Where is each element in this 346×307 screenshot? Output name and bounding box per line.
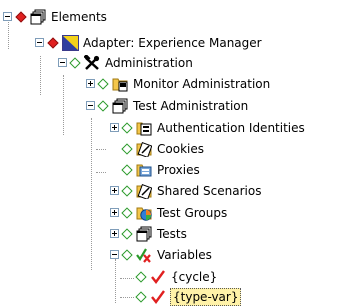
tree-node-label: Adapter: Experience Manager <box>83 35 262 50</box>
collapse-toggle[interactable] <box>110 250 119 259</box>
tree-node-label: Administration <box>105 55 193 70</box>
tree-node-label: Proxies <box>157 162 200 177</box>
tree-node-label: {cycle} <box>171 269 218 284</box>
tree-node-label: Test Groups <box>157 205 228 220</box>
adapter-icon <box>62 34 79 51</box>
tree-node-type-var[interactable]: {type-var} <box>134 286 242 307</box>
elements-tree-icon <box>30 9 47 25</box>
status-ok-icon <box>69 56 81 69</box>
status-ok-icon <box>121 163 133 176</box>
tree-line <box>120 297 134 298</box>
tree-node-label: Authentication Identities <box>157 120 305 135</box>
tree-line <box>96 172 106 173</box>
collapse-toggle[interactable] <box>86 101 95 110</box>
tree-node-tests[interactable]: Tests <box>120 223 188 244</box>
status-ok-icon <box>97 77 109 90</box>
variables-icon <box>136 247 153 263</box>
proxies-icon <box>136 162 153 178</box>
status-error-icon <box>47 36 59 49</box>
status-error-icon <box>15 10 27 23</box>
collapse-toggle[interactable] <box>3 12 12 21</box>
expand-toggle[interactable] <box>110 123 119 132</box>
tree-node-authentication-identities[interactable]: Authentication Identities <box>120 117 306 138</box>
status-ok-icon <box>135 270 147 283</box>
tools-icon <box>84 54 101 71</box>
tree-node-elements[interactable]: Elements <box>14 6 108 27</box>
tree-node-label: Elements <box>51 9 107 24</box>
tree-node-adapter[interactable]: Adapter: Experience Manager <box>46 32 263 53</box>
tree-line <box>96 149 106 150</box>
checkmark-icon <box>150 269 167 285</box>
status-ok-icon <box>97 99 109 112</box>
shared-scenarios-icon <box>136 183 153 199</box>
tree-line <box>40 56 41 95</box>
tree-node-cookies[interactable]: Cookies <box>120 138 205 159</box>
tree-node-label: Test Administration <box>133 98 249 113</box>
status-ok-icon <box>135 290 147 303</box>
cookies-icon <box>136 141 153 157</box>
expand-toggle[interactable] <box>110 229 119 238</box>
tree-node-test-administration[interactable]: Test Administration <box>96 95 249 116</box>
tree-node-label: Shared Scenarios <box>157 183 262 198</box>
test-groups-icon <box>136 205 153 221</box>
tree-node-cycle[interactable]: {cycle} <box>134 266 218 287</box>
tree-node-label: Variables <box>157 247 212 262</box>
tree-line <box>120 278 134 279</box>
monitor-admin-icon <box>112 76 129 92</box>
status-ok-icon <box>121 248 133 261</box>
test-admin-icon <box>112 98 129 114</box>
status-ok-icon <box>121 227 133 240</box>
status-ok-icon <box>121 121 133 134</box>
tree-node-variables[interactable]: Variables <box>120 244 213 265</box>
tree-node-label: Monitor Administration <box>133 76 271 91</box>
checkmark-icon <box>150 289 167 305</box>
tree-node-proxies[interactable]: Proxies <box>120 159 201 180</box>
tree-line <box>63 75 64 135</box>
id-card-icon <box>136 120 153 136</box>
tree-node-test-groups[interactable]: Test Groups <box>120 202 228 223</box>
tree-node-label: Cookies <box>157 141 204 156</box>
collapse-toggle[interactable] <box>35 38 44 47</box>
status-ok-icon <box>121 184 133 197</box>
tree-line <box>115 259 116 303</box>
expand-toggle[interactable] <box>110 208 119 217</box>
tree-node-shared-scenarios[interactable]: Shared Scenarios <box>120 180 262 201</box>
tests-icon <box>136 226 153 242</box>
tree-node-label: Tests <box>157 226 187 241</box>
expand-toggle[interactable] <box>110 186 119 195</box>
status-ok-icon <box>121 142 133 155</box>
tree-line <box>8 17 9 49</box>
status-ok-icon <box>121 206 133 219</box>
tree-line <box>91 118 92 270</box>
collapse-toggle[interactable] <box>58 58 67 67</box>
tree-node-monitor-administration[interactable]: Monitor Administration <box>96 73 271 94</box>
expand-toggle[interactable] <box>86 79 95 88</box>
tree-node-administration[interactable]: Administration <box>68 52 194 73</box>
